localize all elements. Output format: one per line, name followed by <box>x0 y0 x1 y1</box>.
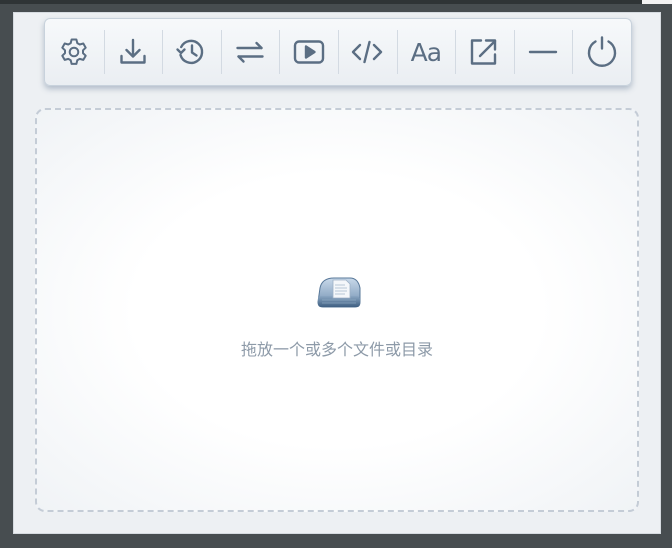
export-button[interactable] <box>455 18 514 86</box>
title-strip-highlight <box>642 0 672 4</box>
history-icon <box>176 39 204 65</box>
power-icon <box>587 36 616 67</box>
play-icon <box>293 40 324 64</box>
app-window: Aa 拖放一个或多个文件或目录 <box>13 12 661 534</box>
font-button[interactable]: Aa <box>396 18 456 86</box>
export-icon <box>471 39 497 65</box>
drop-hint-text: 拖放一个或多个文件或目录 <box>240 340 433 359</box>
play-button[interactable] <box>279 18 338 86</box>
code-icon <box>352 40 383 64</box>
font-icon: Aa <box>410 37 442 67</box>
minimize-button[interactable] <box>513 18 573 86</box>
title-strip <box>0 0 672 4</box>
toolbar: Aa <box>44 18 632 86</box>
minimize-icon <box>528 50 558 54</box>
history-button[interactable] <box>162 18 221 86</box>
download-icon <box>120 38 146 64</box>
swap-button[interactable] <box>220 18 280 86</box>
gear-icon <box>61 38 87 65</box>
settings-button[interactable] <box>45 18 104 86</box>
file-drop-zone[interactable]: 拖放一个或多个文件或目录 <box>35 108 639 512</box>
swap-arrows-icon <box>236 41 264 63</box>
drive-icon <box>317 277 361 308</box>
download-button[interactable] <box>103 18 163 86</box>
power-button[interactable] <box>572 18 631 86</box>
code-button[interactable] <box>337 18 397 86</box>
